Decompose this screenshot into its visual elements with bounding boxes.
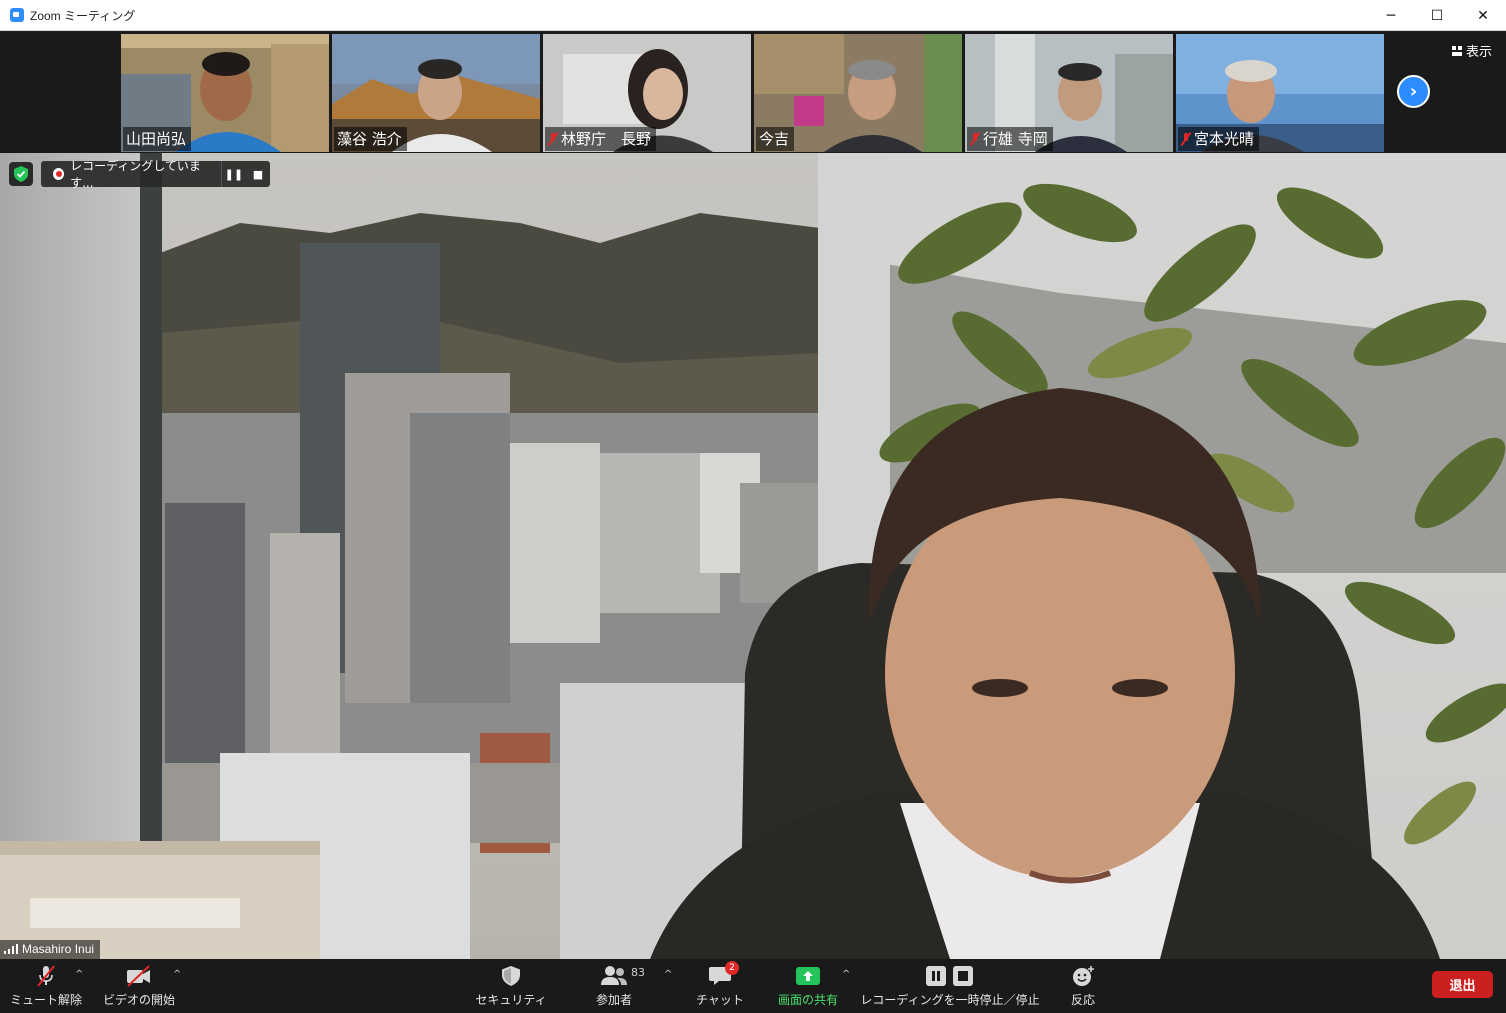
security-label: セキュリティ — [475, 993, 547, 1007]
recording-indicator: レコーディングしています... ❚❚ ■ — [41, 159, 270, 190]
main-speaker-video: レコーディングしています... ❚❚ ■ Masahiro Inui — [0, 153, 1506, 959]
zoom-app-icon — [10, 8, 24, 22]
participant-name-tag: 藻谷 浩介 — [334, 127, 407, 151]
participant-tile[interactable]: 行雄 寺岡 — [965, 34, 1173, 152]
meeting-toolbar: ミュート解除 ^ ビデオの開始 ^ セキュリティ 83 参加者 ^ 2 チャット… — [0, 959, 1506, 1013]
security-button[interactable]: セキュリティ — [475, 959, 547, 1013]
view-label: 表示 — [1465, 45, 1492, 60]
participants-icon: 83 — [599, 964, 645, 988]
participant-name: 今吉 — [759, 130, 790, 148]
recording-control-button[interactable]: レコーディングを一時停止／停止 — [860, 959, 1040, 1013]
participant-tile[interactable]: 宮本光晴 — [1176, 34, 1384, 152]
participant-name-tag: 山田尚弘 — [123, 127, 192, 151]
view-button[interactable]: 表示 — [1451, 41, 1492, 60]
unmute-button[interactable]: ミュート解除 — [10, 959, 82, 1013]
shield-icon — [496, 964, 526, 988]
participants-count: 83 — [631, 966, 645, 979]
smiley-icon — [1068, 964, 1098, 988]
chat-bubble-icon: 2 — [705, 961, 739, 988]
share-options-caret[interactable]: ^ — [842, 969, 850, 980]
share-screen-button[interactable]: 画面の共有 — [772, 959, 844, 1013]
minimize-button[interactable]: ─ — [1368, 0, 1414, 31]
recording-status-text: レコーディングしています... — [70, 159, 201, 190]
start-video-button[interactable]: ビデオの開始 — [101, 959, 177, 1013]
participants-label: 参加者 — [595, 993, 632, 1007]
muted-mic-icon — [31, 964, 61, 988]
leave-meeting-button[interactable]: 退出 — [1432, 971, 1493, 998]
muted-mic-icon — [1181, 132, 1191, 146]
participants-options-caret[interactable]: ^ — [664, 969, 672, 980]
close-button[interactable]: ✕ — [1460, 0, 1506, 31]
participant-name-tag: 林野庁 長野 — [545, 127, 657, 151]
recording-pause-button[interactable]: ❚❚ — [222, 168, 246, 181]
participant-name: 山田尚弘 — [126, 130, 187, 148]
participant-name: 藻谷 浩介 — [337, 130, 402, 148]
gallery-grid-icon — [1451, 45, 1462, 56]
participant-tile[interactable]: 藻谷 浩介 — [332, 34, 540, 152]
participants-button[interactable]: 83 参加者 — [583, 959, 645, 1013]
participant-name-tag: 宮本光晴 — [1178, 127, 1260, 151]
speaker-name-tag: Masahiro Inui — [0, 940, 101, 959]
participant-tile[interactable]: 山田尚弘 — [121, 34, 329, 152]
participant-name: 行雄 寺岡 — [983, 130, 1048, 148]
participant-tile[interactable]: 林野庁 長野 — [543, 34, 751, 152]
window-controls: ─ ☐ ✕ — [1368, 0, 1506, 31]
encryption-shield-icon[interactable] — [9, 162, 33, 186]
chat-label: チャット — [696, 993, 744, 1007]
recording-dot-icon — [53, 168, 65, 180]
chat-button[interactable]: 2 チャット — [690, 959, 750, 1013]
participant-name-tag: 行雄 寺岡 — [967, 127, 1053, 151]
share-screen-icon — [793, 964, 823, 988]
participant-tile[interactable]: 今吉 — [754, 34, 962, 152]
video-off-icon — [124, 964, 154, 988]
title-bar: Zoom ミーティング ─ ☐ ✕ — [0, 0, 1506, 31]
participant-name-tag: 今吉 — [756, 127, 795, 151]
participant-name: 林野庁 長野 — [561, 130, 652, 148]
muted-mic-icon — [548, 132, 558, 146]
participant-strip: 山田尚弘 藻谷 浩介 林野庁 長野 今吉 行雄 寺岡 宮本光晴 表示 › — [0, 31, 1506, 153]
share-screen-label: 画面の共有 — [777, 993, 838, 1007]
audio-options-caret[interactable]: ^ — [75, 969, 83, 980]
next-page-button[interactable]: › — [1397, 75, 1430, 108]
participant-name: 宮本光晴 — [1194, 130, 1255, 148]
recording-stop-button[interactable]: ■ — [246, 168, 270, 181]
recording-control-label: レコーディングを一時停止／停止 — [860, 993, 1040, 1007]
reactions-label: 反応 — [1070, 993, 1095, 1007]
pause-stop-icon — [923, 964, 977, 988]
video-options-caret[interactable]: ^ — [173, 969, 181, 980]
connection-signal-icon — [4, 944, 18, 954]
speaker-video-frame — [0, 153, 1506, 959]
maximize-button[interactable]: ☐ — [1414, 0, 1460, 31]
window-title: Zoom ミーティング — [30, 8, 136, 23]
speaker-name: Masahiro Inui — [22, 942, 95, 956]
start-video-label: ビデオの開始 — [102, 993, 175, 1007]
unmute-label: ミュート解除 — [10, 993, 83, 1007]
chat-unread-badge: 2 — [725, 961, 739, 975]
reactions-button[interactable]: 反応 — [1063, 959, 1103, 1013]
muted-mic-icon — [970, 132, 980, 146]
